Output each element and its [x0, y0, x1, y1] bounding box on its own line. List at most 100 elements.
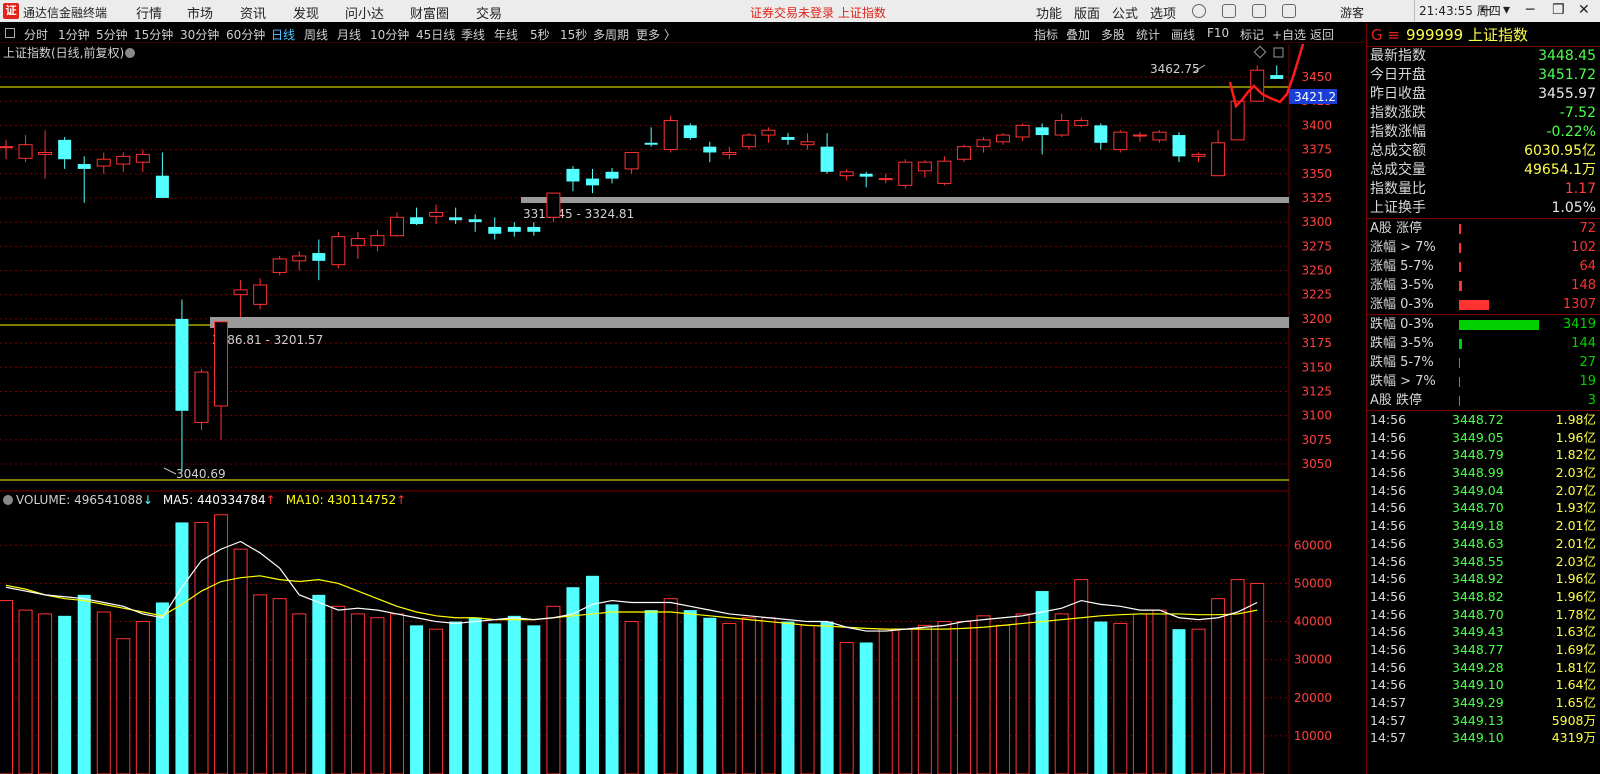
- tick-row[interactable]: 14:56 3448.79 1.82亿: [1367, 446, 1600, 464]
- price-tick-label: 3350: [1301, 167, 1332, 181]
- volume-bar: [58, 615, 72, 774]
- dropdown-icon[interactable]: ▾: [1503, 2, 1510, 18]
- overlay-button[interactable]: 叠加: [1066, 26, 1090, 43]
- volume-bar: [898, 628, 913, 774]
- tick-time: 14:56: [1370, 518, 1407, 534]
- indicator-button[interactable]: 指标: [1034, 26, 1058, 43]
- panel-icon[interactable]: [1273, 47, 1284, 58]
- candle: [956, 144, 971, 163]
- period-monthly[interactable]: 月线: [337, 26, 361, 43]
- period-multi[interactable]: 多周期: [593, 26, 629, 43]
- breadth-count: 3: [1587, 393, 1596, 408]
- candle: [859, 171, 873, 188]
- login-notice[interactable]: 证券交易未登录 上证指数: [750, 4, 886, 21]
- tick-row[interactable]: 14:56 3449.04 2.07亿: [1367, 482, 1600, 500]
- volume-bar: [331, 605, 346, 774]
- tick-list[interactable]: 14:56 3448.72 1.98亿 14:56 3449.05 1.96亿 14:56 3…: [1367, 411, 1600, 747]
- tick-row[interactable]: 14:56 3449.18 2.01亿: [1367, 517, 1600, 535]
- period-30m[interactable]: 30分钟: [180, 26, 219, 43]
- menu-discover[interactable]: 发现: [293, 3, 319, 22]
- tick-row[interactable]: 14:56 3448.63 2.01亿: [1367, 535, 1600, 553]
- draw-line-button[interactable]: 画线: [1171, 26, 1195, 43]
- tick-row[interactable]: 14:56 3448.82 1.96亿: [1367, 588, 1600, 606]
- tick-row[interactable]: 14:56 3448.72 1.98亿: [1367, 411, 1600, 429]
- tick-row[interactable]: 14:56 3448.92 1.96亿: [1367, 570, 1600, 588]
- mark-button[interactable]: 标记: [1240, 26, 1264, 43]
- close-icon[interactable]: ✕: [1578, 2, 1590, 18]
- period-1m[interactable]: 1分钟: [58, 26, 90, 43]
- period-quarter[interactable]: 季线: [461, 26, 485, 43]
- period-45d[interactable]: 45日线: [416, 26, 455, 43]
- tick-row[interactable]: 14:56 3449.28 1.81亿: [1367, 659, 1600, 677]
- multi-stock-button[interactable]: 多股: [1101, 26, 1125, 43]
- tick-row[interactable]: 14:56 3449.43 1.63亿: [1367, 623, 1600, 641]
- menu-news[interactable]: 资讯: [240, 3, 266, 22]
- price-tick-label: 3100: [1301, 409, 1332, 423]
- breadth-label: 涨幅 > 7%: [1370, 240, 1436, 255]
- menu-function[interactable]: 功能: [1036, 3, 1062, 22]
- candle-body: [781, 136, 795, 140]
- period-year[interactable]: 年线: [494, 26, 518, 43]
- period-5m[interactable]: 5分钟: [96, 26, 128, 43]
- tick-row[interactable]: 14:56 3449.10 1.64亿: [1367, 676, 1600, 694]
- statistics-button[interactable]: 统计: [1136, 26, 1160, 43]
- panel-toggle-icon[interactable]: [5, 28, 15, 38]
- period-60m[interactable]: 60分钟: [226, 26, 265, 43]
- return-button[interactable]: 返回: [1310, 26, 1334, 43]
- tick-amount: 1.69亿: [1555, 641, 1596, 657]
- tick-row[interactable]: 14:56 3448.55 2.03亿: [1367, 553, 1600, 571]
- guest-label[interactable]: 游客: [1340, 4, 1364, 21]
- minimize-icon[interactable]: ─: [1526, 2, 1534, 18]
- chart-options-icon[interactable]: [125, 48, 135, 58]
- tick-row[interactable]: 14:56 3448.70 1.78亿: [1367, 606, 1600, 624]
- menu-trade[interactable]: 交易: [476, 3, 502, 22]
- diamond-icon[interactable]: [1253, 45, 1267, 59]
- tick-row[interactable]: 14:56 3448.99 2.03亿: [1367, 464, 1600, 482]
- tick-row[interactable]: 14:56 3448.70 1.93亿: [1367, 499, 1600, 517]
- back-icon[interactable]: ←: [1480, 2, 1492, 18]
- period-timeshare[interactable]: 分时: [24, 26, 48, 43]
- candle: [38, 130, 53, 179]
- mail-icon[interactable]: [1252, 4, 1266, 18]
- period-daily[interactable]: 日线: [271, 26, 295, 43]
- tick-row[interactable]: 14:57 3449.10 4319万: [1367, 729, 1600, 747]
- volume-bar: [644, 610, 658, 774]
- volume-options-icon[interactable]: [3, 495, 13, 505]
- menu-quotes[interactable]: 行情: [136, 3, 162, 22]
- period-15s[interactable]: 15秒: [560, 26, 587, 43]
- tick-time: 14:56: [1370, 447, 1407, 463]
- candle: [1211, 130, 1226, 177]
- tick-row[interactable]: 14:56 3449.05 1.96亿: [1367, 429, 1600, 447]
- menu-wealth[interactable]: 财富圈: [410, 3, 449, 22]
- phone-icon[interactable]: [1282, 4, 1296, 18]
- lock-icon[interactable]: [1222, 4, 1236, 18]
- restore-icon[interactable]: ❐: [1552, 2, 1565, 18]
- price-band-2: [210, 317, 1289, 328]
- menu-market[interactable]: 市场: [187, 3, 213, 22]
- menu-layout[interactable]: 版面: [1074, 3, 1100, 22]
- period-weekly[interactable]: 周线: [304, 26, 328, 43]
- candle-body: [1152, 131, 1167, 141]
- kline-chart-area[interactable]: 上证指数(日线,前复权) 3316.45 - 3324.81 3186.81 -…: [0, 44, 1366, 774]
- tick-row[interactable]: 14:57 3449.29 1.65亿: [1367, 694, 1600, 712]
- candle-body: [312, 253, 326, 261]
- quote-label: 今日开盘: [1370, 67, 1426, 83]
- tick-time: 14:56: [1370, 412, 1407, 427]
- period-more[interactable]: 更多 〉: [636, 26, 676, 43]
- period-5s[interactable]: 5秒: [530, 26, 550, 43]
- menu-ask[interactable]: 问小达: [345, 3, 384, 22]
- menu-formula[interactable]: 公式: [1112, 3, 1138, 22]
- group-icon[interactable]: G ≡: [1371, 26, 1400, 44]
- breadth-count: 19: [1579, 374, 1596, 389]
- candle: [761, 127, 776, 143]
- tick-row[interactable]: 14:56 3448.77 1.69亿: [1367, 641, 1600, 659]
- refresh-icon[interactable]: [1192, 4, 1206, 18]
- volume-bar: [976, 615, 991, 774]
- menu-options[interactable]: 选项: [1150, 3, 1176, 22]
- volume-bar: [937, 621, 952, 774]
- period-10m[interactable]: 10分钟: [370, 26, 409, 43]
- tick-row[interactable]: 14:57 3449.13 5908万: [1367, 712, 1600, 730]
- add-watchlist-button[interactable]: +自选: [1272, 26, 1306, 43]
- period-15m[interactable]: 15分钟: [134, 26, 173, 43]
- f10-button[interactable]: F10: [1207, 26, 1229, 40]
